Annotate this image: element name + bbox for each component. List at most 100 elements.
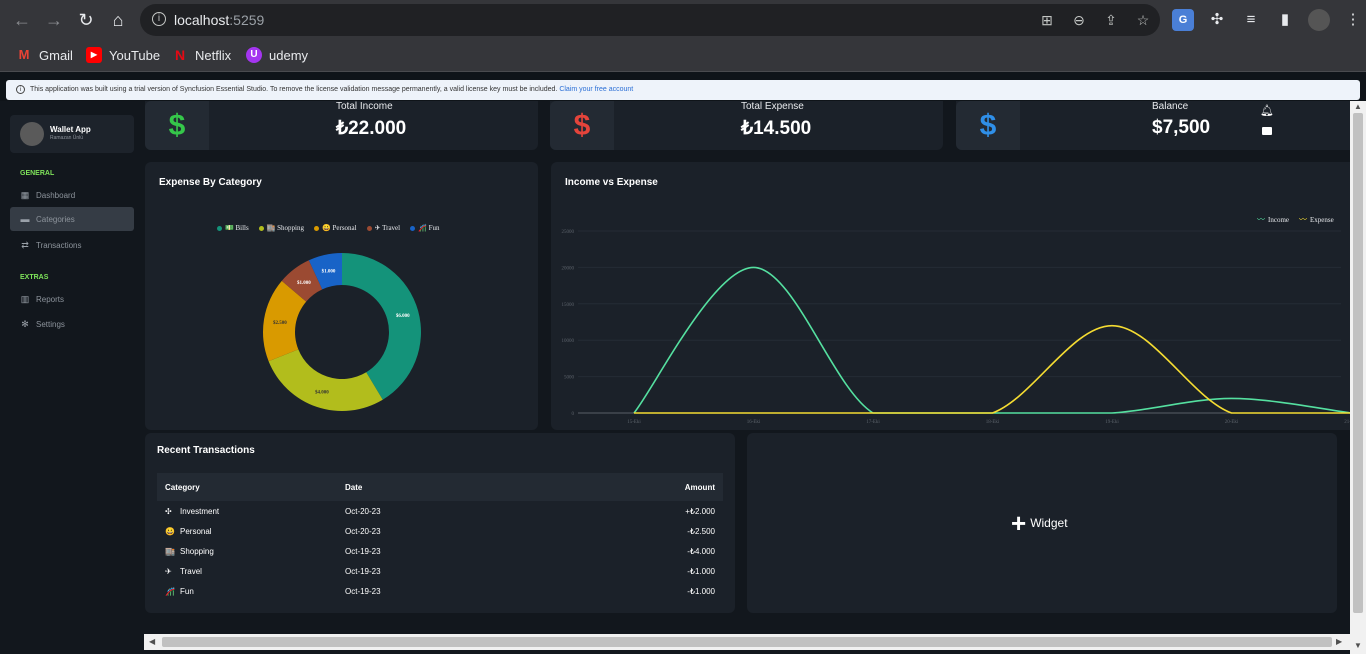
balance-card: $ Balance $7,500 🔔︎	[956, 101, 1350, 150]
category-cell: 🎢 Fun	[157, 587, 345, 596]
bookmark-label: Netflix	[195, 47, 232, 63]
chat-icon[interactable]	[1262, 127, 1272, 135]
add-widget-card[interactable]: + Widget	[747, 433, 1337, 613]
side-panel-icon[interactable]: ▮	[1274, 9, 1296, 31]
sidebar-item-label: Dashboard	[36, 190, 76, 200]
url-text[interactable]: localhost:5259	[174, 12, 264, 28]
category-cell: ✈ Travel	[157, 567, 345, 576]
reload-icon[interactable]: ↻	[76, 10, 96, 30]
table-row[interactable]: 🏬 Shopping Oct-19-23 -₺4.000	[157, 541, 723, 561]
profile-card[interactable]: Wallet App Ramazan Ünlü	[10, 115, 134, 153]
sidebar-item-settings[interactable]: ✻ Settings	[10, 312, 134, 336]
dollar-icon: $	[550, 101, 614, 150]
site-info-icon[interactable]: i	[152, 12, 166, 26]
gear-icon: ✻	[21, 319, 29, 329]
avatar	[20, 122, 44, 146]
category-icon: ✣	[165, 506, 172, 516]
bookmark-star-icon[interactable]: ☆	[1134, 11, 1152, 29]
slice-value-label: $1.000	[322, 269, 336, 274]
app-name: Wallet App	[50, 125, 91, 134]
expense-category-card: Expense By Category 💵 Bills 🏬 Shopping 😀 P…	[145, 162, 538, 430]
youtube-icon: ▶	[86, 47, 102, 63]
category-name: Shopping	[180, 546, 214, 556]
scroll-thumb[interactable]	[162, 637, 1332, 647]
column-header[interactable]: Amount	[525, 483, 715, 492]
home-icon[interactable]: ⌂	[108, 10, 128, 30]
scroll-thumb[interactable]	[1353, 113, 1363, 613]
translate-page-icon[interactable]: ⊞	[1038, 11, 1056, 29]
scroll-right-icon[interactable]: ▶	[1336, 637, 1342, 646]
claim-account-link[interactable]: Claim your free account	[559, 86, 633, 93]
bell-icon[interactable]: 🔔︎	[1260, 104, 1274, 117]
bookmark-udemy[interactable]: U udemy	[246, 47, 308, 63]
category-name: Personal	[180, 526, 212, 536]
column-header[interactable]: Date	[345, 483, 525, 492]
x-tick-label: 17-Eki	[866, 420, 880, 425]
donut-chart: $6.000 $4.000 $2.500 $1.000 $1.000	[263, 253, 421, 411]
sidebar-item-dashboard[interactable]: ▦ Dashboard	[10, 183, 134, 207]
table-row[interactable]: ✈ Travel Oct-19-23 -₺1.000	[157, 561, 723, 581]
bookmark-label: udemy	[269, 47, 309, 63]
udemy-icon: U	[246, 47, 262, 63]
category-icon: 😀	[165, 526, 175, 536]
sidebar-item-transactions[interactable]: ⇄ Transactions	[10, 233, 134, 257]
media-queue-icon[interactable]: ≡	[1240, 9, 1262, 31]
folder-icon: ▬	[20, 214, 30, 224]
add-widget-button[interactable]: + Widget	[1011, 510, 1068, 536]
stat-value: ₺22.000	[336, 118, 407, 139]
x-tick-label: 20-Eki	[1225, 420, 1239, 425]
date-cell: Oct-19-23	[345, 566, 381, 576]
scroll-up-icon[interactable]: ▲	[1354, 102, 1362, 111]
widget-label: Widget	[1030, 516, 1068, 530]
date-cell: Oct-19-23	[345, 586, 381, 596]
donut-slice-shopping[interactable]	[268, 349, 383, 411]
stat-value: $7,500	[1152, 117, 1211, 138]
table-row[interactable]: ✣ Investment Oct-20-23 +₺2.000	[157, 501, 723, 521]
slice-value-label: $4.000	[315, 391, 329, 396]
amount-cell: +₺2.000	[685, 506, 715, 516]
netflix-icon: N	[174, 47, 186, 63]
forward-arrow-icon[interactable]: →	[44, 10, 64, 30]
share-icon[interactable]: ⇪	[1102, 11, 1120, 29]
section-general: GENERAL	[20, 170, 55, 177]
sidebar-item-label: Transactions	[36, 240, 82, 250]
y-tick-label: 15000	[562, 303, 575, 308]
browser-menu-icon[interactable]: ⋮	[1342, 9, 1364, 31]
date-cell: Oct-19-23	[345, 546, 381, 556]
table-row[interactable]: 😀 Personal Oct-20-23 -₺2.500	[157, 521, 723, 541]
series-line-expense[interactable]	[634, 324, 1350, 414]
extensions-puzzle-icon[interactable]: ✣	[1206, 9, 1228, 31]
category-name: Fun	[180, 586, 194, 596]
sidebar-item-reports[interactable]: ▥ Reports	[10, 287, 134, 311]
y-tick-label: 20000	[562, 266, 575, 271]
section-extras: EXTRAS	[20, 274, 49, 281]
date-cell: Oct-20-23	[345, 506, 381, 516]
bookmark-label: Gmail	[39, 47, 73, 63]
address-bar[interactable]: i localhost:5259 ⊞ ⊖ ⇪ ☆	[140, 4, 1160, 36]
calendar-icon: ▦	[20, 190, 30, 200]
stat-label: Total Income	[336, 101, 393, 112]
table-row[interactable]: 🎢 Fun Oct-19-23 -₺1.000	[157, 581, 723, 601]
banner-text: This application was built using a trial…	[30, 86, 558, 93]
dollar-icon: $	[145, 101, 209, 150]
vertical-scrollbar[interactable]: ▲ ▼	[1350, 101, 1366, 654]
bookmark-youtube[interactable]: ▶ YouTube	[86, 47, 160, 63]
google-translate-extension-icon[interactable]: G	[1172, 9, 1194, 31]
exchange-icon: ⇄	[21, 240, 29, 250]
column-header[interactable]: Category	[157, 483, 345, 492]
bookmark-gmail[interactable]: M Gmail	[16, 47, 73, 63]
horizontal-scrollbar[interactable]: ◀ ▶	[144, 634, 1350, 650]
scroll-left-icon[interactable]: ◀	[149, 637, 155, 646]
bookmark-netflix[interactable]: N Netflix	[172, 47, 231, 63]
slice-value-label: $1.000	[297, 281, 311, 286]
category-name: Investment	[180, 506, 220, 516]
zoom-icon[interactable]: ⊖	[1070, 11, 1088, 29]
category-cell: ✣ Investment	[157, 507, 345, 516]
bar-chart-icon: ▥	[20, 294, 30, 304]
profile-avatar-icon[interactable]	[1308, 9, 1330, 31]
sidebar-item-categories[interactable]: ▬ Categories	[10, 207, 134, 231]
stat-label: Balance	[1152, 101, 1189, 112]
sidebar: Wallet App Ramazan Ünlü GENERAL ▦ Dashbo…	[0, 101, 144, 654]
back-arrow-icon[interactable]: ←	[12, 10, 32, 30]
scroll-down-icon[interactable]: ▼	[1354, 641, 1362, 650]
